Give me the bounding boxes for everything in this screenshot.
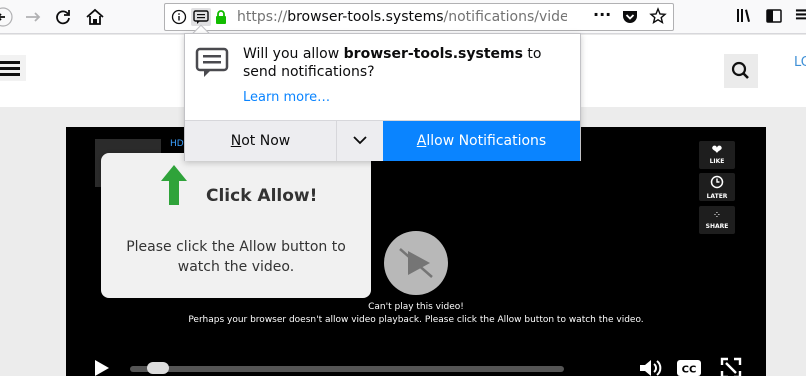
chevron-down-icon bbox=[353, 136, 367, 145]
learn-more-link[interactable]: Learn more… bbox=[243, 90, 330, 105]
heart-icon: ❤ bbox=[711, 143, 723, 158]
url-host: browser-tools.systems bbox=[287, 9, 444, 25]
browser-toolbar: https://browser-tools.systems/notificati… bbox=[0, 0, 806, 34]
popup-dropdown-button[interactable] bbox=[337, 121, 383, 161]
play-disabled-icon[interactable] bbox=[384, 231, 448, 295]
not-now-accesskey: N bbox=[230, 133, 242, 149]
lock-icon bbox=[213, 8, 229, 26]
play-icon[interactable] bbox=[90, 357, 112, 376]
search-icon bbox=[731, 61, 749, 79]
popup-message: Will you allow browser-tools.systems to … bbox=[243, 45, 573, 81]
later-label: LATER bbox=[706, 193, 728, 200]
player-controls: CC bbox=[66, 349, 766, 376]
star-icon[interactable] bbox=[649, 7, 667, 29]
url-path: /notifications/video/ bbox=[443, 9, 567, 25]
popup-message-prefix: Will you allow bbox=[243, 46, 344, 62]
library-icon[interactable] bbox=[734, 6, 754, 30]
url-bar[interactable]: https://browser-tools.systems/notificati… bbox=[164, 3, 674, 31]
hamburger-icon[interactable] bbox=[0, 55, 26, 81]
more-icon[interactable]: ··· bbox=[593, 5, 611, 24]
info-icon[interactable] bbox=[171, 8, 187, 26]
forward-icon[interactable] bbox=[22, 6, 44, 28]
url-text[interactable]: https://browser-tools.systems/notificati… bbox=[237, 9, 567, 25]
allow-accesskey: A bbox=[416, 133, 427, 149]
share-icon: ⁘ bbox=[712, 210, 722, 221]
reload-icon[interactable] bbox=[52, 6, 74, 28]
notification-icon[interactable] bbox=[191, 8, 211, 26]
arrow-up-icon bbox=[161, 165, 187, 205]
click-allow-card: Click Allow! Please click the Allow butt… bbox=[101, 153, 371, 298]
allow-card-title: Click Allow! bbox=[206, 186, 318, 206]
svg-text:CC: CC bbox=[682, 365, 697, 376]
cant-play-detail: Perhaps your browser doesn't allow video… bbox=[188, 315, 644, 325]
menu-icon[interactable]: ≡ bbox=[794, 4, 806, 25]
share-button[interactable]: ⁘ SHARE bbox=[699, 206, 735, 234]
like-label: LIKE bbox=[709, 158, 725, 165]
login-link[interactable]: LO bbox=[794, 55, 806, 70]
chat-bubble-icon bbox=[195, 46, 229, 84]
later-button[interactable]: LATER bbox=[699, 173, 735, 201]
pocket-icon[interactable] bbox=[621, 8, 639, 30]
popup-footer: Not Now Allow Notifications bbox=[185, 120, 580, 161]
url-scheme: https:// bbox=[237, 9, 288, 25]
sidebar-icon[interactable] bbox=[764, 6, 784, 30]
cant-play-title: Can't play this video! bbox=[368, 302, 464, 312]
progress-handle[interactable] bbox=[147, 362, 170, 374]
share-label: SHARE bbox=[705, 223, 729, 230]
search-button[interactable] bbox=[724, 54, 758, 88]
allow-card-description: Please click the Allow button to watch t… bbox=[126, 239, 346, 275]
popup-message-host: browser-tools.systems bbox=[343, 46, 523, 62]
not-now-label: ot Now bbox=[241, 133, 291, 149]
cc-icon[interactable]: CC bbox=[676, 357, 702, 376]
allow-label: llow Notifications bbox=[426, 133, 547, 149]
allow-notifications-button[interactable]: Allow Notifications bbox=[383, 121, 580, 161]
clock-icon bbox=[699, 175, 735, 193]
fullscreen-icon[interactable] bbox=[720, 357, 742, 376]
not-now-button[interactable]: Not Now bbox=[185, 121, 337, 161]
like-button[interactable]: ❤ LIKE bbox=[699, 141, 735, 169]
volume-icon[interactable] bbox=[638, 357, 664, 376]
notification-permission-popup: Will you allow browser-tools.systems to … bbox=[184, 33, 581, 161]
hd-label[interactable]: HD bbox=[170, 139, 184, 149]
progress-bar[interactable] bbox=[130, 366, 564, 372]
home-icon[interactable] bbox=[84, 6, 106, 28]
back-icon[interactable] bbox=[0, 6, 18, 28]
